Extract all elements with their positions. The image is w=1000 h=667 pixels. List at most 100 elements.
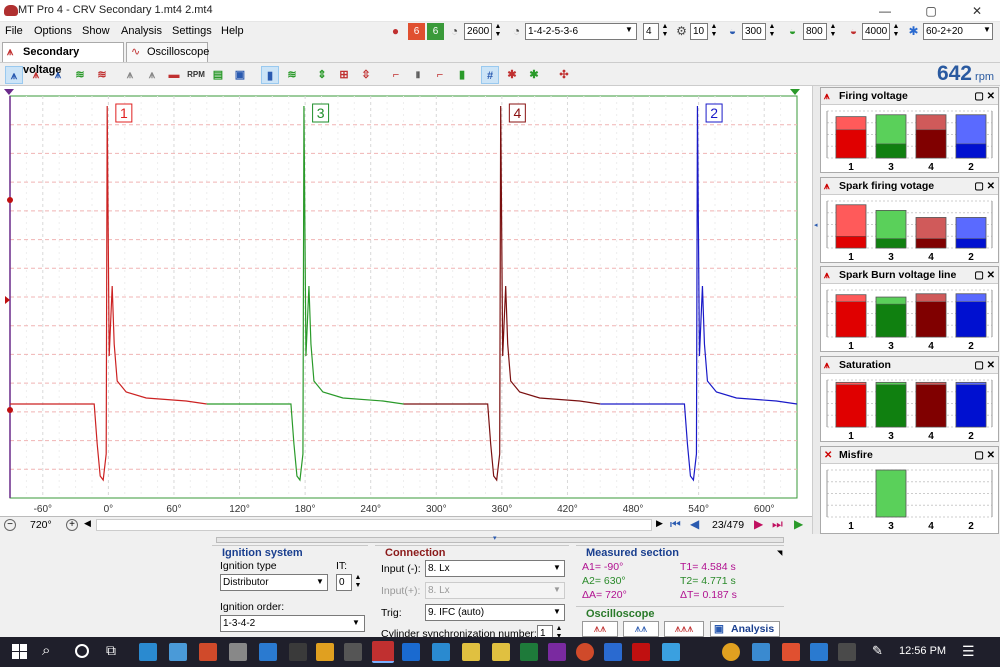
photos-icon[interactable] — [810, 643, 828, 661]
chevron-down-icon[interactable]: ▼ — [553, 607, 561, 616]
play-icon[interactable]: 6 — [427, 23, 444, 40]
first-page-icon[interactable]: ⏮ — [670, 517, 681, 532]
raster-view-icon[interactable]: ⩚ — [49, 66, 67, 84]
app-icon-5[interactable] — [604, 643, 622, 661]
last-page-icon[interactable]: ⏭ — [772, 517, 783, 532]
high-voltage-field[interactable]: 4000 — [862, 23, 890, 40]
spark-icon[interactable]: ✱ — [503, 66, 521, 84]
panel-splitter[interactable]: ◂ — [812, 86, 820, 534]
rpm-icon[interactable]: RPM — [187, 66, 205, 84]
menu-file[interactable]: File — [5, 25, 23, 37]
mail-icon[interactable] — [432, 643, 450, 661]
minimize-button[interactable]: — — [862, 0, 908, 22]
cycles-spinner[interactable]: ▲ ▼ — [709, 23, 719, 40]
cursor-b-icon[interactable]: ⩚ — [143, 66, 161, 84]
analysis-button[interactable]: ▣ Analysis — [710, 621, 780, 637]
paint-icon[interactable] — [316, 643, 334, 661]
maximize-button[interactable]: ▢ — [908, 0, 954, 22]
parade-view-icon[interactable]: ⩚ — [27, 66, 45, 84]
zoom-out-icon[interactable]: − — [4, 519, 16, 531]
marker-1-icon[interactable]: ⌐ — [387, 66, 405, 84]
outlook-icon[interactable] — [402, 643, 420, 661]
ignition-order-select[interactable]: 1-3-4-2 — [220, 615, 365, 632]
document-icon[interactable]: ▤ — [209, 66, 227, 84]
marker-2-icon[interactable]: Ⅱ — [409, 66, 427, 84]
rpm-limit-spinner[interactable]: ▲ ▼ — [493, 23, 503, 40]
menu-help[interactable]: Help — [221, 25, 244, 37]
settings-tool-icon[interactable]: ✣ — [555, 66, 573, 84]
grid-lines-icon[interactable]: ≋ — [283, 66, 301, 84]
spark-detail-icon[interactable]: ✱ — [525, 66, 543, 84]
chevron-down-icon[interactable]: ▼ — [316, 577, 324, 586]
ignition-type-select[interactable]: Distributor — [220, 574, 328, 591]
input-minus-select[interactable]: 8. Lx — [425, 560, 565, 577]
high-voltage-spinner[interactable]: ▲ ▼ — [891, 23, 901, 40]
panel-controls[interactable]: ▢ ✕ — [974, 178, 995, 195]
scroll-right-icon[interactable]: ▶ — [656, 518, 663, 529]
zoom-fit-icon[interactable]: ⊞ — [335, 66, 353, 84]
cortana-icon[interactable] — [75, 644, 89, 658]
rpm-limit-field[interactable]: 2600 — [464, 23, 492, 40]
it-spinner[interactable]: ▲ ▼ — [353, 574, 363, 591]
marker-3-icon[interactable]: ⌐ — [431, 66, 449, 84]
record-icon[interactable]: 6 — [408, 23, 425, 40]
scroll-left-icon[interactable]: ◀ — [84, 518, 91, 529]
scale-icon[interactable]: ⇳ — [357, 66, 375, 84]
onenote-icon[interactable] — [548, 643, 566, 661]
chevron-down-icon[interactable]: ▼ — [352, 618, 360, 627]
low-voltage-spinner[interactable]: ▲ ▼ — [767, 23, 777, 40]
windows-start-icon[interactable] — [12, 644, 28, 660]
close-button[interactable]: ✕ — [954, 0, 1000, 22]
car-icon[interactable]: ● — [387, 23, 404, 40]
tab-secondary-voltage[interactable]: ⩚ Secondary voltage — [2, 42, 124, 76]
mid-voltage-spinner[interactable]: ▲ ▼ — [828, 23, 838, 40]
osc-secondary-button[interactable]: ⩚⩚ — [623, 621, 659, 637]
app-icon-1[interactable] — [139, 643, 157, 661]
excel-icon[interactable] — [520, 643, 538, 661]
it-field[interactable]: 0 — [336, 574, 352, 591]
stack-view-icon[interactable]: ≋ — [71, 66, 89, 84]
play-icon[interactable]: ▶ — [794, 517, 803, 531]
cylinders-field[interactable]: 4 — [643, 23, 659, 40]
ie-icon[interactable] — [752, 643, 770, 661]
powerpoint-icon[interactable] — [576, 643, 594, 661]
chrome-icon[interactable] — [722, 643, 740, 661]
grid-snap-icon[interactable]: # — [481, 66, 499, 84]
mid-voltage-field[interactable]: 800 — [803, 23, 827, 40]
trig-select[interactable]: 9. IFC (auto) — [425, 604, 565, 621]
firing-order-select[interactable]: 1-4-2-5-3-6 — [525, 23, 637, 40]
zoom-in-icon[interactable]: + — [66, 519, 78, 531]
battery-icon[interactable]: ▬ — [165, 66, 183, 84]
tab-oscilloscope[interactable]: ∿ Oscilloscope — [126, 42, 209, 62]
file-explorer-icon[interactable] — [462, 643, 480, 661]
pen-workspace-icon[interactable]: ✎ — [872, 643, 883, 659]
netflix-icon[interactable] — [632, 643, 650, 661]
folder-icon[interactable] — [492, 643, 510, 661]
chart-svg[interactable]: -60° 0° 60° 120° 180° 240° 300° 360° 420° 480° 540… — [0, 86, 812, 516]
menu-settings[interactable]: Settings — [172, 25, 212, 37]
app-icon-4[interactable] — [344, 643, 362, 661]
panel-controls[interactable]: ▢ ✕ — [974, 267, 995, 284]
calculator-icon[interactable] — [259, 643, 277, 661]
menu-analysis[interactable]: Analysis — [121, 25, 162, 37]
task-view-icon[interactable]: ⧉ — [106, 642, 116, 659]
chevron-down-icon[interactable]: ▼ — [983, 25, 991, 34]
pen-icon[interactable] — [229, 643, 247, 661]
histogram-icon[interactable]: ▮ — [453, 66, 471, 84]
waveform-chart[interactable]: -60° 0° 60° 120° 180° 240° 300° 360° 420° 480° 540… — [0, 86, 812, 532]
chevron-left-icon[interactable]: ◂ — [814, 221, 818, 229]
menu-arrow-icon[interactable]: ◥ — [777, 549, 782, 557]
cursor-a-icon[interactable]: ⩚ — [121, 66, 139, 84]
prev-page-icon[interactable]: ◀ — [690, 517, 699, 531]
panel-controls[interactable]: ▢ ✕ — [974, 88, 995, 105]
next-page-icon[interactable]: ▶ — [754, 517, 763, 531]
bar-chart-icon[interactable]: ▮ — [261, 66, 279, 84]
osc-primary-button[interactable]: ⩚⩚ — [582, 621, 618, 637]
image-icon[interactable]: ▣ — [231, 66, 249, 84]
horizontal-scrollbar[interactable] — [96, 519, 652, 531]
menu-show[interactable]: Show — [82, 25, 110, 37]
low-voltage-field[interactable]: 300 — [742, 23, 766, 40]
app-icon-3[interactable] — [289, 643, 307, 661]
app-icon-2[interactable] — [199, 643, 217, 661]
chevron-down-icon[interactable]: ▼ — [553, 563, 561, 572]
